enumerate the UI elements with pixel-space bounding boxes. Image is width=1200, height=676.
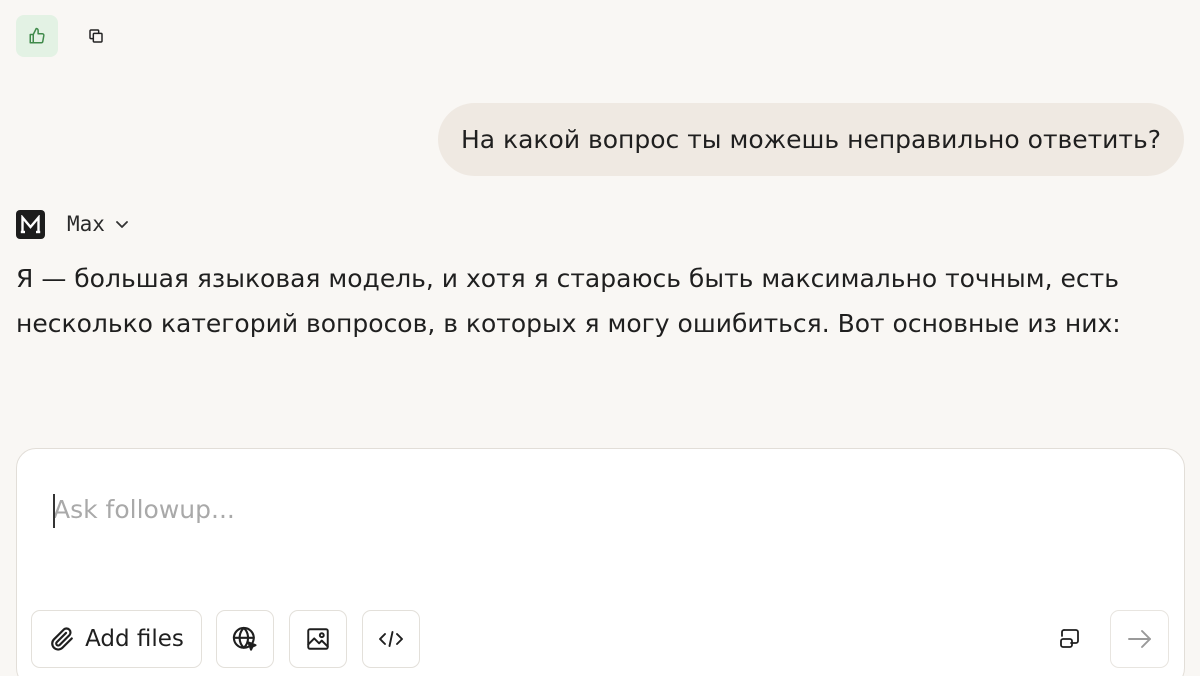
code-icon <box>379 631 403 647</box>
thumbs-up-icon <box>29 27 45 44</box>
followup-input[interactable] <box>53 489 1133 529</box>
chevron-down-icon[interactable] <box>115 219 129 229</box>
followup-composer: Add files <box>16 448 1185 676</box>
add-files-button[interactable]: Add files <box>31 610 202 668</box>
assistant-header: Max <box>16 209 129 239</box>
paperclip-icon <box>51 627 73 651</box>
chat-page: На какой вопрос ты можешь неправильно от… <box>0 0 1200 676</box>
text-caret <box>53 494 55 528</box>
m-logo-icon <box>16 209 45 239</box>
assistant-response: Я — большая языковая модель, и хотя я ст… <box>16 264 1121 338</box>
user-message-text: На какой вопрос ты можешь неправильно от… <box>460 125 1161 154</box>
message-actions <box>16 15 117 57</box>
copy-icon <box>89 29 103 43</box>
image-icon <box>307 628 329 650</box>
user-message-bubble: На какой вопрос ты можешь неправильно от… <box>437 103 1184 176</box>
copy-button[interactable] <box>75 15 117 57</box>
chat-mode-icon <box>1060 629 1079 648</box>
model-selector[interactable]: Max <box>67 212 105 236</box>
send-button[interactable] <box>1110 610 1169 668</box>
add-files-label: Add files <box>85 626 184 652</box>
web-search-button[interactable] <box>216 610 274 668</box>
arrow-right-icon <box>1127 630 1151 648</box>
globe-icon <box>232 626 257 651</box>
chat-mode-button[interactable] <box>1047 610 1093 668</box>
image-button[interactable] <box>289 610 347 668</box>
code-button[interactable] <box>362 610 420 668</box>
like-button[interactable] <box>16 15 58 57</box>
